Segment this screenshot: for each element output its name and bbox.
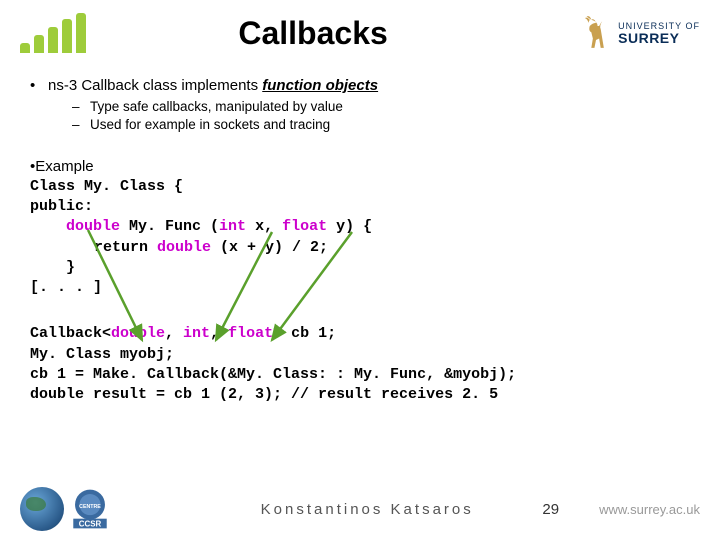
university-logo: UNIVERSITY OF SURREY xyxy=(580,15,700,51)
cb-line-1: Callback<double, int, float> cb 1; xyxy=(30,324,690,344)
stag-icon xyxy=(580,15,612,51)
code-line-5: } xyxy=(66,258,690,278)
svg-text:CCSR: CCSR xyxy=(79,520,102,529)
svg-text:CENTRE: CENTRE xyxy=(79,504,101,510)
code-line-3: double My. Func (int x, float y) { xyxy=(66,217,690,237)
code-block-2: Callback<double, int, float> cb 1; My. C… xyxy=(30,324,690,405)
ccsr-logo: CENTRE CCSR xyxy=(20,487,112,531)
cb-line-3: cb 1 = Make. Callback(&My. Class: : My. … xyxy=(30,365,690,385)
footer-url: www.surrey.ac.uk xyxy=(599,502,700,517)
code-line-4: return double (x + y) / 2; xyxy=(94,238,690,258)
cb-line-2: My. Class myobj; xyxy=(30,345,690,365)
slide-header: Callbacks UNIVERSITY OF SURREY xyxy=(0,0,720,58)
code-line-6: [. . . ] xyxy=(30,278,690,298)
page-number: 29 xyxy=(542,501,559,518)
sub-bullet-2: –Used for example in sockets and tracing xyxy=(72,116,690,134)
slide-body: •ns-3 Callback class implements function… xyxy=(0,58,720,405)
code-line-2: public: xyxy=(30,197,690,217)
ccsr-badge-icon: CENTRE CCSR xyxy=(68,487,112,531)
example-label: •Example xyxy=(30,157,690,177)
slide-title: Callbacks xyxy=(46,15,580,52)
slide-footer: CENTRE CCSR Konstantinos Katsaros 29 www… xyxy=(0,478,720,540)
cb-line-4: double result = cb 1 (2, 3); // result r… xyxy=(30,385,690,405)
university-line2: SURREY xyxy=(618,31,700,45)
bullet-1-emph: function objects xyxy=(262,77,378,94)
code-line-1: Class My. Class { xyxy=(30,177,690,197)
example-block: •Example Class My. Class { public: doubl… xyxy=(30,157,690,299)
globe-icon xyxy=(20,487,64,531)
bullet-1: •ns-3 Callback class implements function… xyxy=(30,76,690,96)
bullet-1-text: ns-3 Callback class implements xyxy=(48,77,262,94)
sub-bullet-1: –Type safe callbacks, manipulated by val… xyxy=(72,98,690,116)
